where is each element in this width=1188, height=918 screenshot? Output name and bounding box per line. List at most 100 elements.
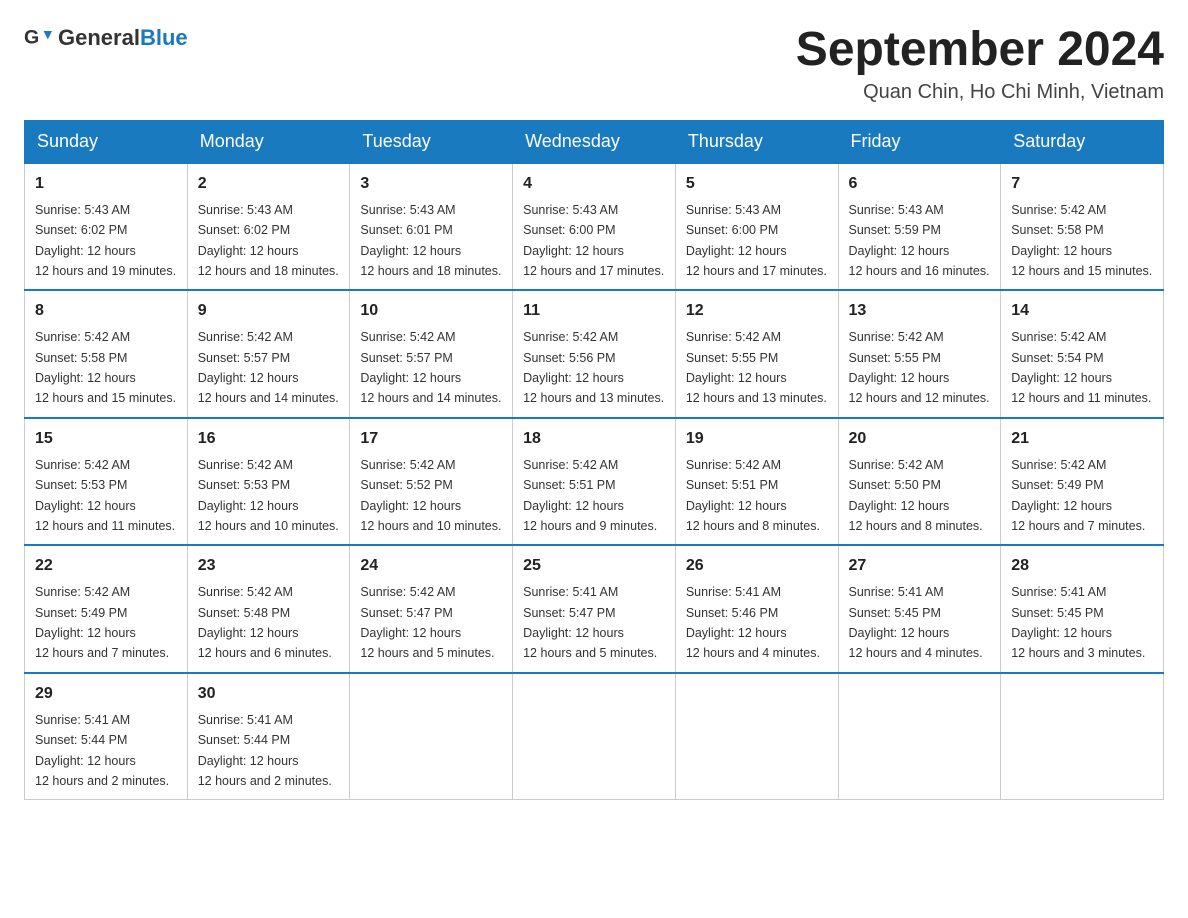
calendar-day-cell: [350, 673, 513, 800]
day-info: Sunrise: 5:43 AMSunset: 6:00 PMDaylight:…: [686, 203, 827, 278]
day-number: 28: [1011, 554, 1153, 578]
day-info: Sunrise: 5:42 AMSunset: 5:49 PMDaylight:…: [1011, 458, 1145, 533]
day-of-week-header: Tuesday: [350, 120, 513, 163]
calendar-day-cell: 4 Sunrise: 5:43 AMSunset: 6:00 PMDaylight…: [513, 163, 676, 291]
day-number: 30: [198, 682, 340, 706]
calendar-day-cell: 15 Sunrise: 5:42 AMSunset: 5:53 PMDayligh…: [25, 418, 188, 546]
calendar-week-row: 8Sunrise: 5:42 AMSunset: 5:58 PMDaylight…: [25, 290, 1164, 418]
day-info: Sunrise: 5:42 AMSunset: 5:56 PMDaylight:…: [523, 330, 664, 405]
day-number: 5: [686, 172, 828, 196]
day-number: 7: [1011, 172, 1153, 196]
day-number: 18: [523, 427, 665, 451]
calendar-day-cell: 10 Sunrise: 5:42 AMSunset: 5:57 PMDayligh…: [350, 290, 513, 418]
day-info: Sunrise: 5:43 AMSunset: 6:02 PMDaylight:…: [198, 203, 339, 278]
calendar-day-cell: 16 Sunrise: 5:42 AMSunset: 5:53 PMDayligh…: [187, 418, 350, 546]
calendar-day-cell: 9 Sunrise: 5:42 AMSunset: 5:57 PMDaylight…: [187, 290, 350, 418]
svg-text:G: G: [24, 27, 39, 49]
day-info: Sunrise: 5:43 AMSunset: 6:00 PMDaylight:…: [523, 203, 664, 278]
day-number: 19: [686, 427, 828, 451]
day-number: 24: [360, 554, 502, 578]
calendar-day-cell: 6Sunrise: 5:43 AMSunset: 5:59 PMDaylight…: [838, 163, 1001, 291]
page-header: G GeneralBlue September 2024 Quan Chin, …: [24, 24, 1164, 104]
day-number: 11: [523, 299, 665, 323]
day-info: Sunrise: 5:42 AMSunset: 5:58 PMDaylight:…: [1011, 203, 1152, 278]
day-of-week-header: Saturday: [1001, 120, 1164, 163]
day-number: 21: [1011, 427, 1153, 451]
day-of-week-header: Friday: [838, 120, 1001, 163]
day-info: Sunrise: 5:42 AMSunset: 5:47 PMDaylight:…: [360, 585, 494, 660]
calendar-day-cell: [675, 673, 838, 800]
day-number: 29: [35, 682, 177, 706]
day-info: Sunrise: 5:41 AMSunset: 5:44 PMDaylight:…: [35, 713, 169, 788]
day-info: Sunrise: 5:42 AMSunset: 5:55 PMDaylight:…: [686, 330, 827, 405]
day-of-week-header: Thursday: [675, 120, 838, 163]
calendar-week-row: 22 Sunrise: 5:42 AMSunset: 5:49 PMDayligh…: [25, 545, 1164, 673]
day-info: Sunrise: 5:42 AMSunset: 5:53 PMDaylight:…: [198, 458, 339, 533]
calendar-day-cell: 23 Sunrise: 5:42 AMSunset: 5:48 PMDayligh…: [187, 545, 350, 673]
day-number: 9: [198, 299, 340, 323]
day-info: Sunrise: 5:42 AMSunset: 5:58 PMDaylight:…: [35, 330, 176, 405]
day-number: 26: [686, 554, 828, 578]
logo-blue-text: Blue: [140, 25, 188, 50]
calendar-day-cell: 26Sunrise: 5:41 AMSunset: 5:46 PMDayligh…: [675, 545, 838, 673]
day-number: 16: [198, 427, 340, 451]
calendar-day-cell: 3 Sunrise: 5:43 AMSunset: 6:01 PMDaylight…: [350, 163, 513, 291]
calendar-day-cell: 5 Sunrise: 5:43 AMSunset: 6:00 PMDaylight…: [675, 163, 838, 291]
day-number: 14: [1011, 299, 1153, 323]
title-block: September 2024 Quan Chin, Ho Chi Minh, V…: [796, 24, 1164, 104]
day-info: Sunrise: 5:42 AMSunset: 5:50 PMDaylight:…: [849, 458, 983, 533]
calendar-day-cell: 30Sunrise: 5:41 AMSunset: 5:44 PMDayligh…: [187, 673, 350, 800]
calendar-day-cell: 18Sunrise: 5:42 AMSunset: 5:51 PMDayligh…: [513, 418, 676, 546]
day-number: 13: [849, 299, 991, 323]
day-info: Sunrise: 5:42 AMSunset: 5:51 PMDaylight:…: [686, 458, 820, 533]
location-text: Quan Chin, Ho Chi Minh, Vietnam: [796, 81, 1164, 104]
calendar-day-cell: [513, 673, 676, 800]
calendar-week-row: 15 Sunrise: 5:42 AMSunset: 5:53 PMDayligh…: [25, 418, 1164, 546]
calendar-day-cell: 14 Sunrise: 5:42 AMSunset: 5:54 PMDayligh…: [1001, 290, 1164, 418]
day-number: 25: [523, 554, 665, 578]
day-number: 3: [360, 172, 502, 196]
calendar-day-cell: 24 Sunrise: 5:42 AMSunset: 5:47 PMDayligh…: [350, 545, 513, 673]
calendar-day-cell: 25 Sunrise: 5:41 AMSunset: 5:47 PMDayligh…: [513, 545, 676, 673]
calendar-header-row: SundayMondayTuesdayWednesdayThursdayFrid…: [25, 120, 1164, 163]
day-of-week-header: Sunday: [25, 120, 188, 163]
calendar-day-cell: 8Sunrise: 5:42 AMSunset: 5:58 PMDaylight…: [25, 290, 188, 418]
day-info: Sunrise: 5:42 AMSunset: 5:48 PMDaylight:…: [198, 585, 332, 660]
calendar-day-cell: 1 Sunrise: 5:43 AMSunset: 6:02 PMDaylight…: [25, 163, 188, 291]
day-number: 2: [198, 172, 340, 196]
day-number: 23: [198, 554, 340, 578]
day-of-week-header: Monday: [187, 120, 350, 163]
day-info: Sunrise: 5:41 AMSunset: 5:47 PMDaylight:…: [523, 585, 657, 660]
day-info: Sunrise: 5:42 AMSunset: 5:55 PMDaylight:…: [849, 330, 990, 405]
calendar-day-cell: 17Sunrise: 5:42 AMSunset: 5:52 PMDayligh…: [350, 418, 513, 546]
calendar-day-cell: 2 Sunrise: 5:43 AMSunset: 6:02 PMDaylight…: [187, 163, 350, 291]
day-info: Sunrise: 5:43 AMSunset: 6:02 PMDaylight:…: [35, 203, 176, 278]
calendar-day-cell: 20Sunrise: 5:42 AMSunset: 5:50 PMDayligh…: [838, 418, 1001, 546]
day-number: 1: [35, 172, 177, 196]
calendar-day-cell: 28 Sunrise: 5:41 AMSunset: 5:45 PMDayligh…: [1001, 545, 1164, 673]
day-info: Sunrise: 5:42 AMSunset: 5:57 PMDaylight:…: [198, 330, 339, 405]
day-info: Sunrise: 5:42 AMSunset: 5:53 PMDaylight:…: [35, 458, 175, 533]
calendar-week-row: 1 Sunrise: 5:43 AMSunset: 6:02 PMDaylight…: [25, 163, 1164, 291]
day-info: Sunrise: 5:43 AMSunset: 6:01 PMDaylight:…: [360, 203, 501, 278]
day-number: 27: [849, 554, 991, 578]
day-number: 10: [360, 299, 502, 323]
calendar-day-cell: 12 Sunrise: 5:42 AMSunset: 5:55 PMDayligh…: [675, 290, 838, 418]
day-info: Sunrise: 5:42 AMSunset: 5:54 PMDaylight:…: [1011, 330, 1151, 405]
day-number: 4: [523, 172, 665, 196]
day-info: Sunrise: 5:41 AMSunset: 5:45 PMDaylight:…: [1011, 585, 1145, 660]
day-number: 12: [686, 299, 828, 323]
calendar-day-cell: 13 Sunrise: 5:42 AMSunset: 5:55 PMDayligh…: [838, 290, 1001, 418]
day-info: Sunrise: 5:42 AMSunset: 5:49 PMDaylight:…: [35, 585, 169, 660]
day-number: 15: [35, 427, 177, 451]
calendar-week-row: 29 Sunrise: 5:41 AMSunset: 5:44 PMDayligh…: [25, 673, 1164, 800]
calendar-day-cell: 19 Sunrise: 5:42 AMSunset: 5:51 PMDayligh…: [675, 418, 838, 546]
calendar-day-cell: 21 Sunrise: 5:42 AMSunset: 5:49 PMDayligh…: [1001, 418, 1164, 546]
calendar-table: SundayMondayTuesdayWednesdayThursdayFrid…: [24, 120, 1164, 801]
calendar-day-cell: [838, 673, 1001, 800]
day-info: Sunrise: 5:42 AMSunset: 5:57 PMDaylight:…: [360, 330, 501, 405]
day-number: 6: [849, 172, 991, 196]
calendar-day-cell: [1001, 673, 1164, 800]
day-number: 22: [35, 554, 177, 578]
calendar-day-cell: 11 Sunrise: 5:42 AMSunset: 5:56 PMDayligh…: [513, 290, 676, 418]
